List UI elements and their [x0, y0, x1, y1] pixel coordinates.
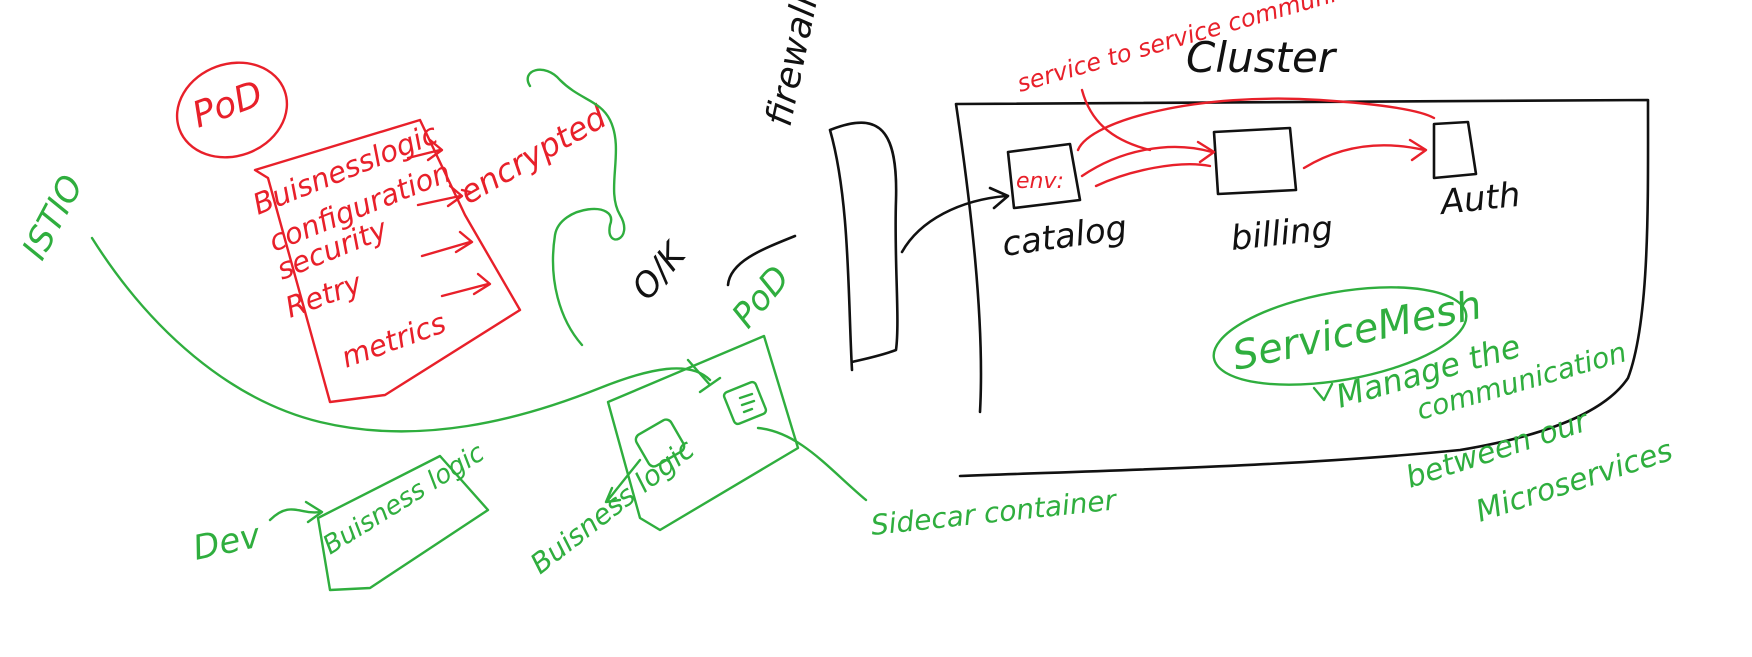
firewall-bar — [828, 121, 899, 372]
encrypted-label: encrypted — [453, 97, 613, 212]
catalog-label: catalog — [1000, 208, 1130, 265]
dev-label: Dev — [190, 516, 265, 569]
ok-label: O/K — [624, 234, 695, 308]
env-label: env: — [1016, 169, 1064, 194]
check-icon — [1312, 382, 1334, 402]
dev-box-label: Buisness logic — [318, 438, 490, 561]
arrow-icon — [440, 272, 492, 298]
sidecar-label: Sidecar container — [869, 483, 1119, 542]
sidecar-pointer — [756, 426, 868, 502]
arrow-icon — [900, 186, 1010, 254]
auth-label: Auth — [1437, 175, 1522, 223]
istio-label: ISTIO — [15, 169, 92, 267]
sidecar-lines — [738, 392, 756, 414]
billing-label: billing — [1229, 208, 1335, 258]
red-connector — [1080, 88, 1152, 152]
arrow-icon — [1094, 163, 1212, 188]
arrow-icon — [268, 500, 324, 524]
auth-box — [1432, 120, 1478, 180]
business-logic-label: Buisness logic — [524, 432, 701, 580]
firewall-label: firewall — [759, 0, 826, 130]
whiteboard-canvas: PoD Buisnesslogic configuration security… — [15, 0, 1677, 592]
billing-box — [1212, 126, 1298, 196]
arrow-icon — [1302, 138, 1428, 170]
arrow-icon — [1080, 140, 1216, 178]
arrow-icon — [420, 230, 474, 258]
pod-top-label: PoD — [187, 73, 268, 136]
arrow-icon — [1076, 97, 1436, 152]
